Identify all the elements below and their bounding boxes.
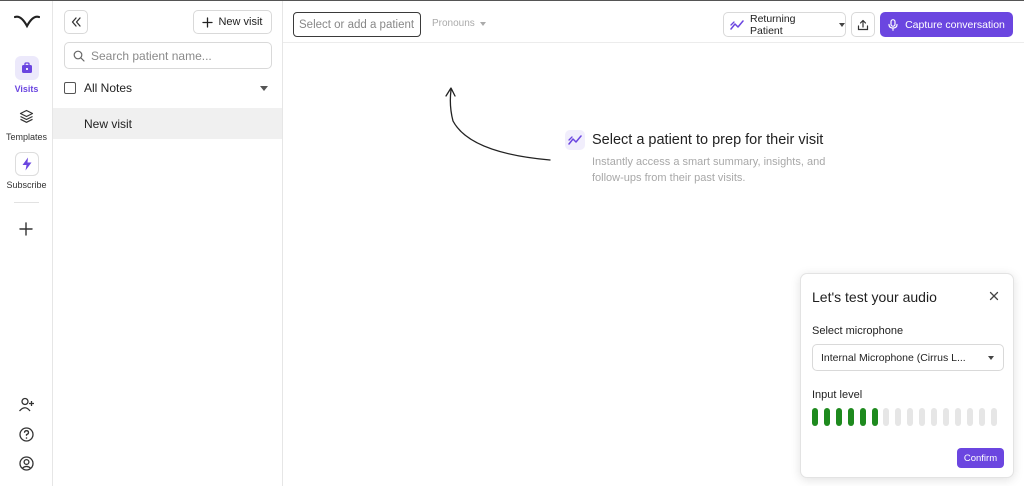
empty-state-title: Select a patient to prep for their visit <box>592 132 824 148</box>
rail-label-visits: Visits <box>14 84 39 94</box>
capture-label: Capture conversation <box>905 18 1005 31</box>
level-bar <box>895 408 902 426</box>
level-bar <box>859 408 866 426</box>
share-button[interactable] <box>851 12 875 37</box>
select-all-checkbox[interactable] <box>64 82 76 94</box>
patient-input[interactable] <box>293 12 421 37</box>
pronouns-label: Pronouns <box>432 18 475 29</box>
visit-type-label: Returning Patient <box>749 12 796 37</box>
search-icon <box>73 50 85 62</box>
audio-test-dialog: Let's test your audio Select microphone … <box>800 273 1014 478</box>
plus-icon[interactable] <box>17 220 35 238</box>
trend-icon <box>730 19 744 30</box>
chevron-down-icon[interactable] <box>260 85 268 91</box>
input-level-meter <box>812 408 1004 426</box>
level-bar <box>871 408 878 426</box>
plus-icon <box>202 16 214 28</box>
microphone-value: Internal Microphone (Cirrus L... <box>821 351 966 364</box>
share-icon <box>857 19 869 30</box>
lightning-icon <box>14 152 39 176</box>
level-bar <box>954 408 961 426</box>
level-bar <box>942 408 949 426</box>
layers-icon <box>15 104 39 128</box>
level-bar <box>883 408 890 426</box>
rail-divider <box>14 202 39 203</box>
curved-arrow-icon <box>445 87 551 161</box>
list-item-label: New visit <box>84 116 133 131</box>
nav-rail: Visits Templates Subscribe <box>0 1 53 486</box>
pronouns-select[interactable]: Pronouns <box>432 18 486 29</box>
level-bar <box>990 408 997 426</box>
notes-filter[interactable]: All Notes <box>64 80 272 96</box>
rail-label-templates: Templates <box>5 132 48 142</box>
new-visit-label: New visit <box>218 16 263 28</box>
confirm-button[interactable]: Confirm <box>957 448 1004 468</box>
microphone-label: Select microphone <box>812 325 904 337</box>
level-bar <box>931 408 937 426</box>
rail-item-visits[interactable]: Visits <box>0 56 53 94</box>
app-window: Visits Templates Subscribe New visit Sea… <box>0 0 1024 486</box>
level-bar <box>966 408 973 426</box>
patient-search <box>64 42 272 69</box>
microphone-select[interactable]: Internal Microphone (Cirrus L... <box>812 344 1004 371</box>
briefcase-icon <box>14 56 39 80</box>
close-icon[interactable] <box>987 289 1001 303</box>
trend-icon <box>565 130 585 150</box>
notes-sidebar: New visit All Notes New visit <box>53 1 283 486</box>
collapse-sidebar-button[interactable] <box>64 10 88 34</box>
brand-logo-icon[interactable] <box>14 13 40 29</box>
level-bar <box>919 408 926 426</box>
visit-toolbar: Pronouns Returning Patient Capture conve… <box>283 1 1024 43</box>
visit-type-select[interactable]: Returning Patient <box>723 12 846 37</box>
dialog-title: Let's test your audio <box>812 289 937 305</box>
double-chevron-left-icon <box>71 17 81 27</box>
rail-label-subscribe: Subscribe <box>6 180 47 190</box>
chevron-down-icon <box>839 22 845 27</box>
rail-item-templates[interactable]: Templates <box>0 104 53 142</box>
level-bar <box>835 408 842 426</box>
level-bar <box>907 408 914 426</box>
account-icon[interactable] <box>18 455 35 472</box>
chevron-down-icon <box>479 21 486 26</box>
level-bar <box>812 408 818 426</box>
notes-filter-label: All Notes <box>84 81 133 95</box>
level-bar <box>823 408 830 426</box>
empty-state-subtitle: Instantly access a smart summary, insigh… <box>592 156 826 184</box>
microphone-icon <box>888 18 898 31</box>
rail-item-subscribe[interactable]: Subscribe <box>0 152 53 190</box>
capture-conversation-button[interactable]: Capture conversation <box>880 12 1013 37</box>
new-visit-button[interactable]: New visit <box>193 10 272 34</box>
help-icon[interactable] <box>18 426 35 443</box>
input-level-label: Input level <box>812 389 863 401</box>
chevron-down-icon <box>988 355 994 360</box>
confirm-label: Confirm <box>963 452 998 464</box>
invite-user-icon[interactable] <box>18 396 35 413</box>
level-bar <box>847 408 854 426</box>
level-bar <box>978 408 985 426</box>
search-input[interactable] <box>91 48 271 63</box>
list-item[interactable]: New visit <box>53 108 282 139</box>
